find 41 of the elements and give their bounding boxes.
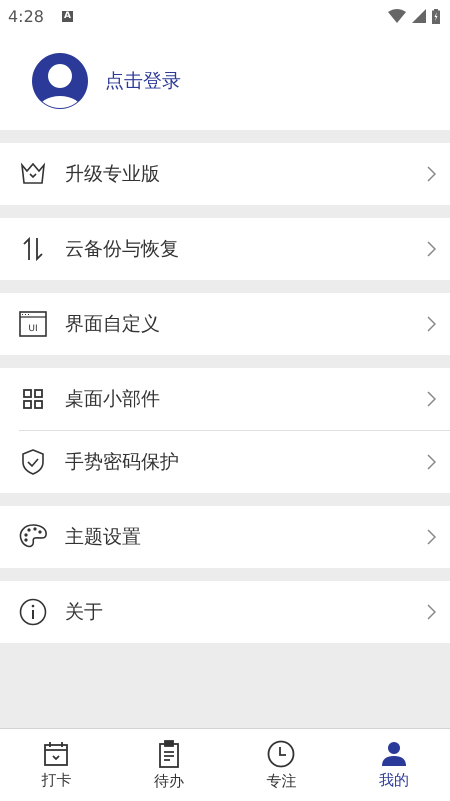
menu-item[interactable]: 关于 bbox=[0, 581, 450, 643]
battery-icon bbox=[432, 8, 440, 24]
chevron-right-icon bbox=[427, 166, 436, 182]
wifi-icon bbox=[388, 9, 406, 23]
nav-tab[interactable]: 我的 bbox=[338, 729, 450, 801]
chevron-right-icon bbox=[427, 604, 436, 620]
clock-icon bbox=[267, 740, 296, 768]
menu-item[interactable]: 手势密码保护 bbox=[19, 430, 450, 493]
menu-item[interactable]: 云备份与恢复 bbox=[0, 218, 450, 280]
crown-icon bbox=[19, 162, 47, 186]
clipboard-icon bbox=[158, 740, 180, 768]
avatar-icon[interactable] bbox=[31, 52, 89, 110]
menu-label: 桌面小部件 bbox=[65, 387, 161, 412]
nav-tab[interactable]: 打卡 bbox=[0, 729, 112, 801]
nav-tab[interactable]: 专注 bbox=[225, 729, 338, 801]
chevron-right-icon bbox=[427, 316, 436, 332]
menu-item[interactable]: 升级专业版 bbox=[0, 143, 450, 205]
menu-item[interactable]: 桌面小部件 bbox=[0, 368, 450, 430]
status-time: 4:28 bbox=[8, 6, 44, 26]
ui-window-icon: UI bbox=[19, 311, 47, 337]
chevron-right-icon bbox=[427, 241, 436, 257]
palette-icon bbox=[19, 524, 47, 550]
chevron-right-icon bbox=[427, 454, 436, 470]
menu-label: 关于 bbox=[65, 600, 104, 625]
notification-icon: A bbox=[62, 10, 73, 22]
menu-label: 主题设置 bbox=[65, 525, 142, 550]
menu-label: 界面自定义 bbox=[65, 312, 161, 337]
menu-label: 云备份与恢复 bbox=[65, 237, 180, 262]
menu-label: 手势密码保护 bbox=[65, 450, 180, 475]
chevron-right-icon bbox=[427, 529, 436, 545]
info-icon bbox=[19, 598, 47, 626]
shield-check-icon bbox=[19, 449, 47, 475]
chevron-right-icon bbox=[427, 391, 436, 407]
nav-tab[interactable]: 待办 bbox=[112, 729, 225, 801]
person-icon bbox=[380, 740, 407, 766]
menu-item[interactable]: UI 界面自定义 bbox=[0, 293, 450, 355]
login-link[interactable]: 点击登录 bbox=[105, 68, 181, 94]
menu-item[interactable]: 主题设置 bbox=[0, 506, 450, 568]
signal-icon bbox=[412, 9, 426, 23]
calendar-check-icon bbox=[43, 740, 70, 766]
menu-label: 升级专业版 bbox=[65, 162, 161, 187]
